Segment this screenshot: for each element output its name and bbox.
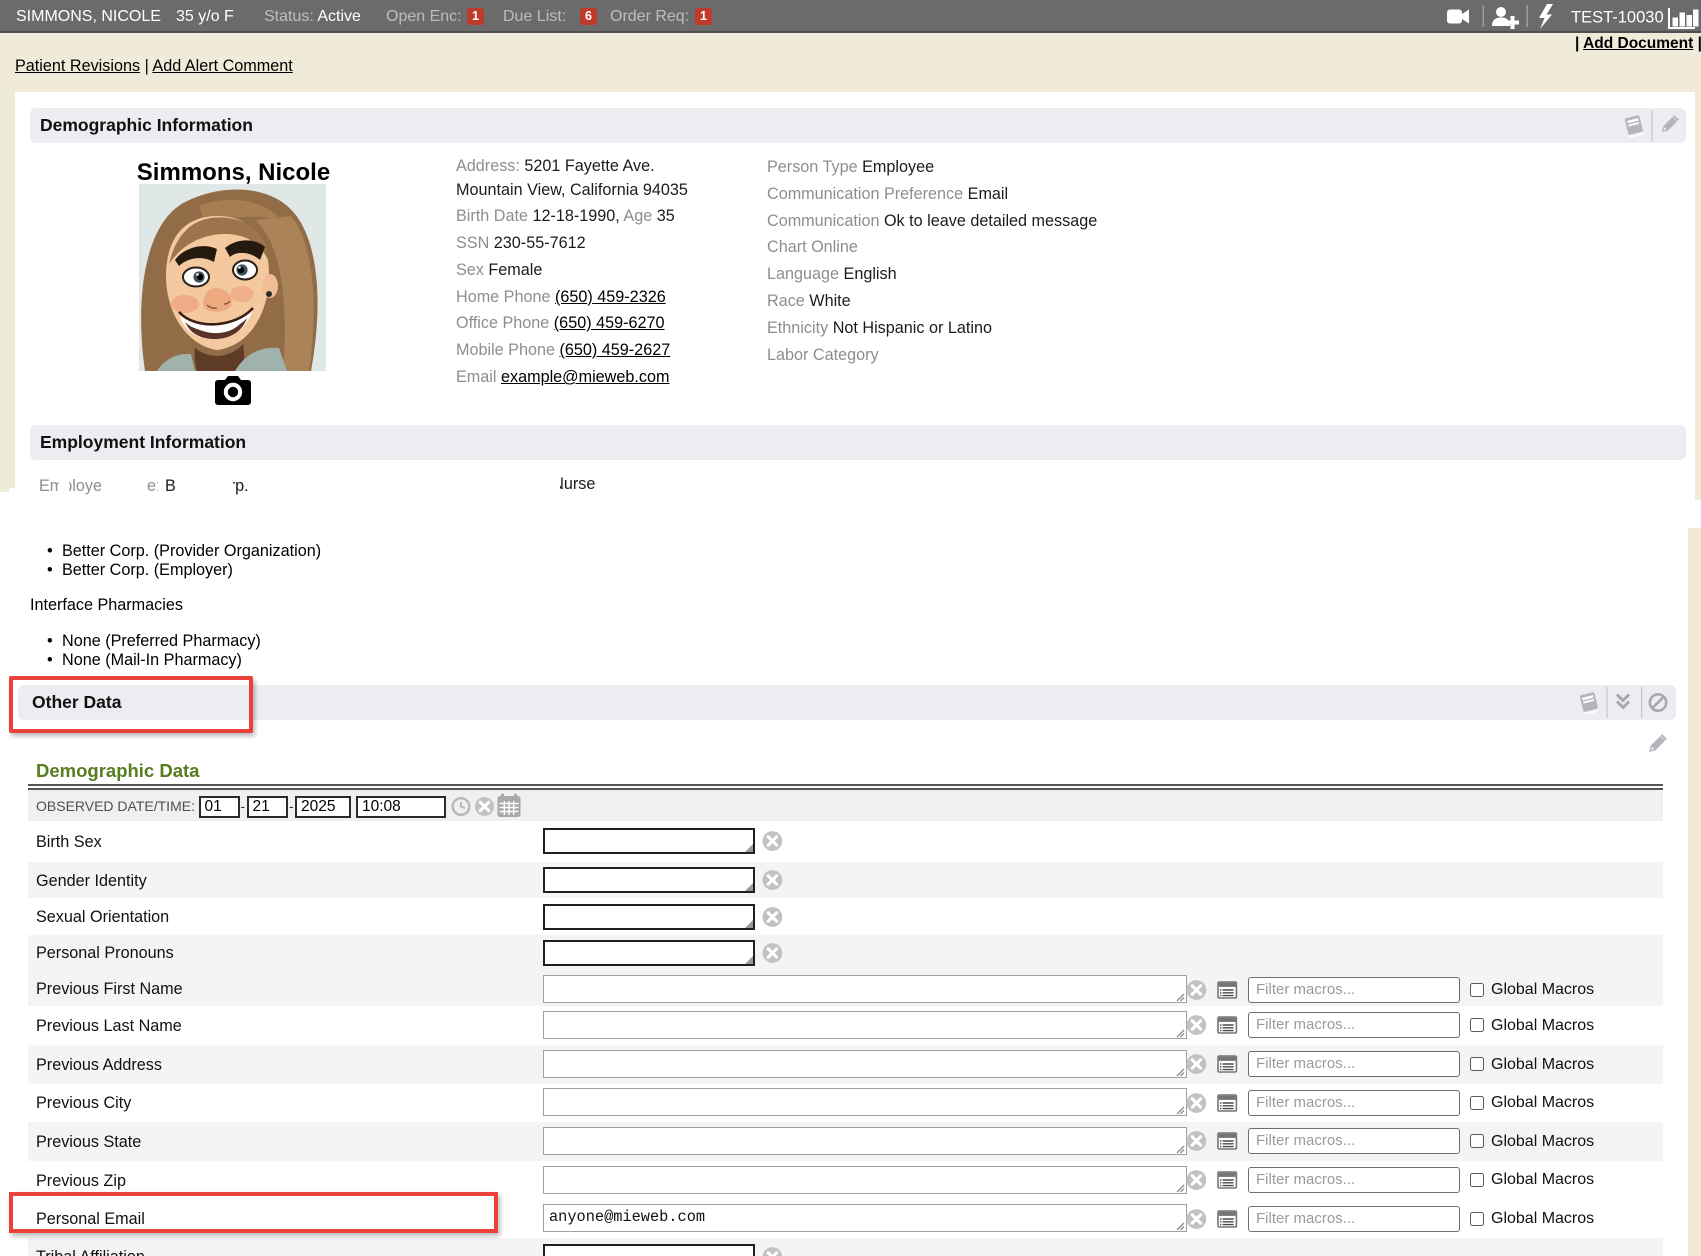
svg-text:TEST-10030: TEST-10030: [1571, 9, 1664, 27]
